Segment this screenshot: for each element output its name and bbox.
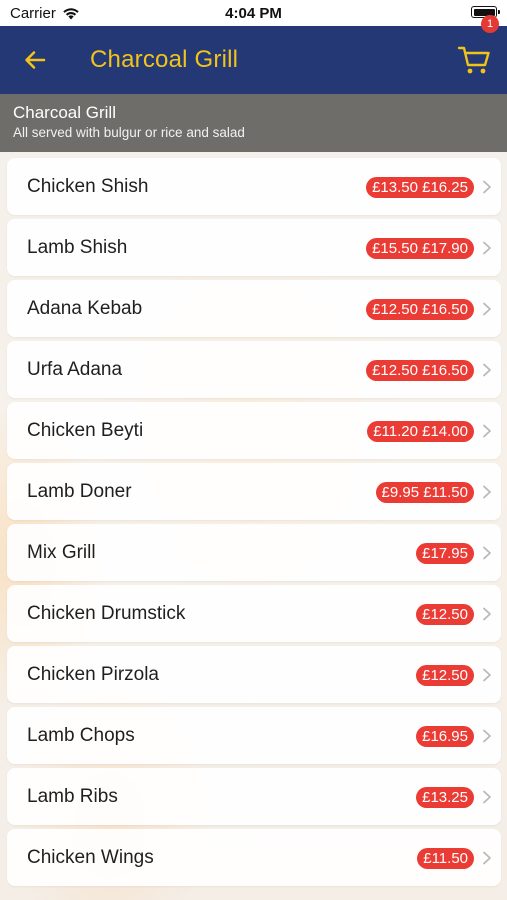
menu-item-chicken-wings[interactable]: Chicken Wings £11.50 <box>7 829 501 886</box>
cart-count-badge: 1 <box>481 15 499 33</box>
chevron-right-icon <box>483 607 491 621</box>
price-badge: £12.50 <box>416 665 474 686</box>
menu-item-name: Chicken Shish <box>27 176 149 197</box>
category-title: Charcoal Grill <box>13 103 116 122</box>
price-badge: £16.95 <box>416 726 474 747</box>
chevron-right-icon <box>483 363 491 377</box>
menu-item-lamb-doner[interactable]: Lamb Doner £9.95 £11.50 <box>7 463 501 520</box>
menu-item-name: Chicken Beyti <box>27 420 144 441</box>
chevron-right-icon <box>483 424 491 438</box>
price-badge: £12.50 £16.50 <box>366 299 474 320</box>
chevron-right-icon <box>483 302 491 316</box>
navigation-bar: Charcoal Grill <box>0 26 507 94</box>
menu-item-name: Chicken Drumstick <box>27 603 186 624</box>
menu-item-lamb-chops[interactable]: Lamb Chops £16.95 <box>7 707 501 764</box>
menu-item-name: Lamb Shish <box>27 237 128 258</box>
chevron-right-icon <box>483 485 491 499</box>
menu-item-name: Lamb Ribs <box>27 786 118 807</box>
price-badge: £11.20 £14.00 <box>367 421 474 442</box>
shopping-cart-icon[interactable] <box>457 44 493 76</box>
price-badge: £9.95 £11.50 <box>375 482 474 503</box>
menu-item-chicken-pirzola[interactable]: Chicken Pirzola £12.50 <box>7 646 501 703</box>
menu-item-urfa-adana[interactable]: Urfa Adana £12.50 £16.50 <box>7 341 501 398</box>
chevron-right-icon <box>483 546 491 560</box>
category-header: Charcoal Grill All served with bulgur or… <box>0 94 507 152</box>
status-bar: Carrier 4:04 PM <box>0 0 507 26</box>
menu-item-chicken-shish[interactable]: Chicken Shish £13.50 £16.25 <box>7 158 501 215</box>
menu-item-chicken-beyti[interactable]: Chicken Beyti £11.20 £14.00 <box>7 402 501 459</box>
menu-item-name: Lamb Chops <box>27 725 135 746</box>
menu-item-name: Chicken Pirzola <box>27 664 159 685</box>
price-badge: £15.50 £17.90 <box>366 238 474 259</box>
menu-item-name: Chicken Wings <box>27 847 154 868</box>
chevron-right-icon <box>483 241 491 255</box>
price-badge: £11.50 <box>417 848 474 869</box>
menu-list: Chicken Shish £13.50 £16.25 Lamb Shish £… <box>7 158 501 890</box>
chevron-right-icon <box>483 729 491 743</box>
category-subtitle: All served with bulgur or rice and salad <box>13 125 245 140</box>
chevron-right-icon <box>483 851 491 865</box>
menu-item-name: Urfa Adana <box>27 359 123 380</box>
page-title: Charcoal Grill <box>90 46 239 73</box>
menu-item-mix-grill[interactable]: Mix Grill £17.95 <box>7 524 501 581</box>
menu-item-name: Lamb Doner <box>27 481 132 502</box>
price-badge: £13.50 £16.25 <box>366 177 474 198</box>
menu-item-name: Mix Grill <box>27 542 96 563</box>
price-badge: £12.50 <box>416 604 474 625</box>
menu-item-adana-kebab[interactable]: Adana Kebab £12.50 £16.50 <box>7 280 501 337</box>
menu-item-lamb-shish[interactable]: Lamb Shish £15.50 £17.90 <box>7 219 501 276</box>
chevron-right-icon <box>483 790 491 804</box>
menu-item-name: Adana Kebab <box>27 298 143 319</box>
arrow-left-icon[interactable] <box>22 47 48 73</box>
chevron-right-icon <box>483 668 491 682</box>
status-time: 4:04 PM <box>225 5 282 22</box>
price-badge: £12.50 £16.50 <box>366 360 474 381</box>
price-badge: £13.25 <box>416 787 474 808</box>
price-badge: £17.95 <box>416 543 474 564</box>
menu-item-lamb-ribs[interactable]: Lamb Ribs £13.25 <box>7 768 501 825</box>
menu-item-chicken-drumstick[interactable]: Chicken Drumstick £12.50 <box>7 585 501 642</box>
chevron-right-icon <box>483 180 491 194</box>
